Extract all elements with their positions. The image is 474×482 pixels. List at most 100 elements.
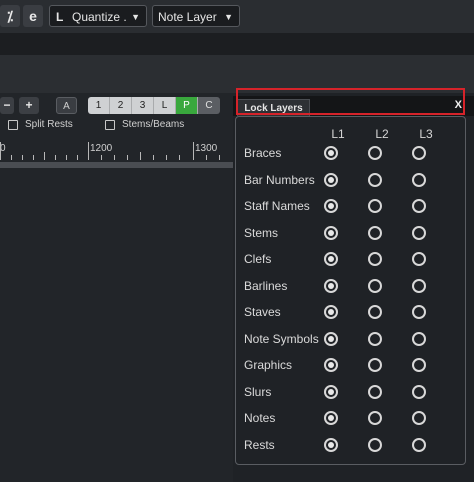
radio-l3[interactable] [412, 199, 426, 213]
radio-l1[interactable] [324, 146, 338, 160]
column-header-l2: L2 [375, 127, 389, 141]
toolbar: ⁒ e L Quantize . ▼ Note Layer ▼ [0, 0, 474, 33]
radio-l2[interactable] [368, 279, 382, 293]
radio-l3[interactable] [412, 332, 426, 346]
radio-l3[interactable] [412, 252, 426, 266]
radio-l3[interactable] [412, 438, 426, 452]
highlight-box [236, 88, 465, 115]
split-rests-checkbox[interactable] [8, 120, 18, 130]
radio-l2[interactable] [368, 226, 382, 240]
layer-label: Staff Names [244, 199, 310, 213]
radio-l2[interactable] [368, 305, 382, 319]
quantize-value: Quantize . [72, 10, 127, 24]
radio-l1[interactable] [324, 332, 338, 346]
ruler-tick [55, 155, 56, 160]
quantize-dropdown[interactable]: L Quantize . ▼ [49, 5, 147, 27]
ruler-tick [33, 155, 34, 160]
radio-l2[interactable] [368, 385, 382, 399]
column-header-l1: L1 [331, 127, 345, 141]
layer-label: Stems [244, 226, 279, 240]
ruler-tick [219, 155, 220, 160]
ruler-tick [77, 155, 78, 160]
divider-band [0, 33, 474, 55]
layer-label: Staves [244, 305, 281, 319]
plus-button[interactable]: + [19, 97, 39, 114]
radio-l2[interactable] [368, 252, 382, 266]
layer-label: Barlines [244, 279, 288, 293]
ruler-tick [22, 155, 23, 160]
radio-l2[interactable] [368, 146, 382, 160]
column-header-l3: L3 [419, 127, 433, 141]
segment-p[interactable]: P [176, 97, 198, 114]
ruler-tick [11, 155, 12, 160]
radio-l1[interactable] [324, 358, 338, 372]
radio-l1[interactable] [324, 438, 338, 452]
quantize-icon: L [56, 10, 64, 24]
layer-dropdown[interactable]: Note Layer ▼ [152, 5, 240, 27]
layer-label: Clefs [244, 252, 272, 266]
percent-icon[interactable]: ⁒ [0, 5, 20, 27]
ruler-label: 1200 [90, 143, 113, 154]
radio-l2[interactable] [368, 411, 382, 425]
radio-l1[interactable] [324, 252, 338, 266]
minus-button[interactable]: − [0, 97, 14, 114]
ruler-tick [88, 142, 89, 160]
segment-l[interactable]: L [154, 97, 176, 114]
radio-l1[interactable] [324, 199, 338, 213]
radio-l3[interactable] [412, 411, 426, 425]
radio-l2[interactable] [368, 173, 382, 187]
split-rests-label: Split Rests [25, 119, 73, 130]
layer-label: Note Symbols [244, 332, 319, 346]
chevron-down-icon: ▼ [224, 12, 233, 22]
radio-l2[interactable] [368, 332, 382, 346]
radio-l1[interactable] [324, 385, 338, 399]
ruler-tick [0, 142, 1, 160]
ruler-track [0, 162, 235, 168]
layer-value: Note Layer [158, 10, 217, 24]
ruler-tick [66, 155, 67, 160]
layer-label: Notes [244, 411, 276, 425]
ruler-tick [179, 155, 180, 160]
ruler-tick [153, 155, 154, 160]
segment-3[interactable]: 3 [132, 97, 154, 114]
radio-l3[interactable] [412, 305, 426, 319]
layer-label: Rests [244, 438, 275, 452]
ruler-label: 1300 [195, 143, 218, 154]
stems-beams-label: Stems/Beams [122, 119, 185, 130]
edit-e-icon[interactable]: e [23, 5, 43, 27]
ruler-tick [44, 152, 45, 160]
radio-l2[interactable] [368, 358, 382, 372]
radio-l3[interactable] [412, 173, 426, 187]
radio-l1[interactable] [324, 279, 338, 293]
lock-layers-panel: Lock Layers X L1 L2 L3 Braces Bar Numbers… [233, 96, 474, 482]
radio-l1[interactable] [324, 226, 338, 240]
radio-l3[interactable] [412, 358, 426, 372]
layer-label: Braces [244, 146, 282, 160]
radio-l2[interactable] [368, 199, 382, 213]
radio-l3[interactable] [412, 226, 426, 240]
layer-label: Bar Numbers [244, 173, 315, 187]
ruler-tick [127, 155, 128, 160]
ruler-tick [114, 155, 115, 160]
stems-beams-checkbox[interactable] [105, 120, 115, 130]
ruler-tick [206, 155, 207, 160]
layer-label: Graphics [244, 358, 293, 372]
layer-label: Slurs [244, 385, 272, 399]
segment-c[interactable]: C [198, 97, 220, 114]
ruler-tick [193, 142, 194, 160]
ruler-tick [101, 155, 102, 160]
radio-l3[interactable] [412, 279, 426, 293]
radio-l1[interactable] [324, 305, 338, 319]
radio-l1[interactable] [324, 411, 338, 425]
ruler: 0 1200 1300 [0, 140, 235, 162]
segment-2[interactable]: 2 [110, 97, 132, 114]
a-button[interactable]: A [56, 97, 77, 114]
radio-l2[interactable] [368, 438, 382, 452]
chevron-down-icon: ▼ [131, 12, 140, 22]
radio-l1[interactable] [324, 173, 338, 187]
radio-l3[interactable] [412, 146, 426, 160]
radio-l3[interactable] [412, 385, 426, 399]
segment-1[interactable]: 1 [88, 97, 110, 114]
ruler-tick [140, 152, 141, 160]
ruler-tick [166, 155, 167, 160]
